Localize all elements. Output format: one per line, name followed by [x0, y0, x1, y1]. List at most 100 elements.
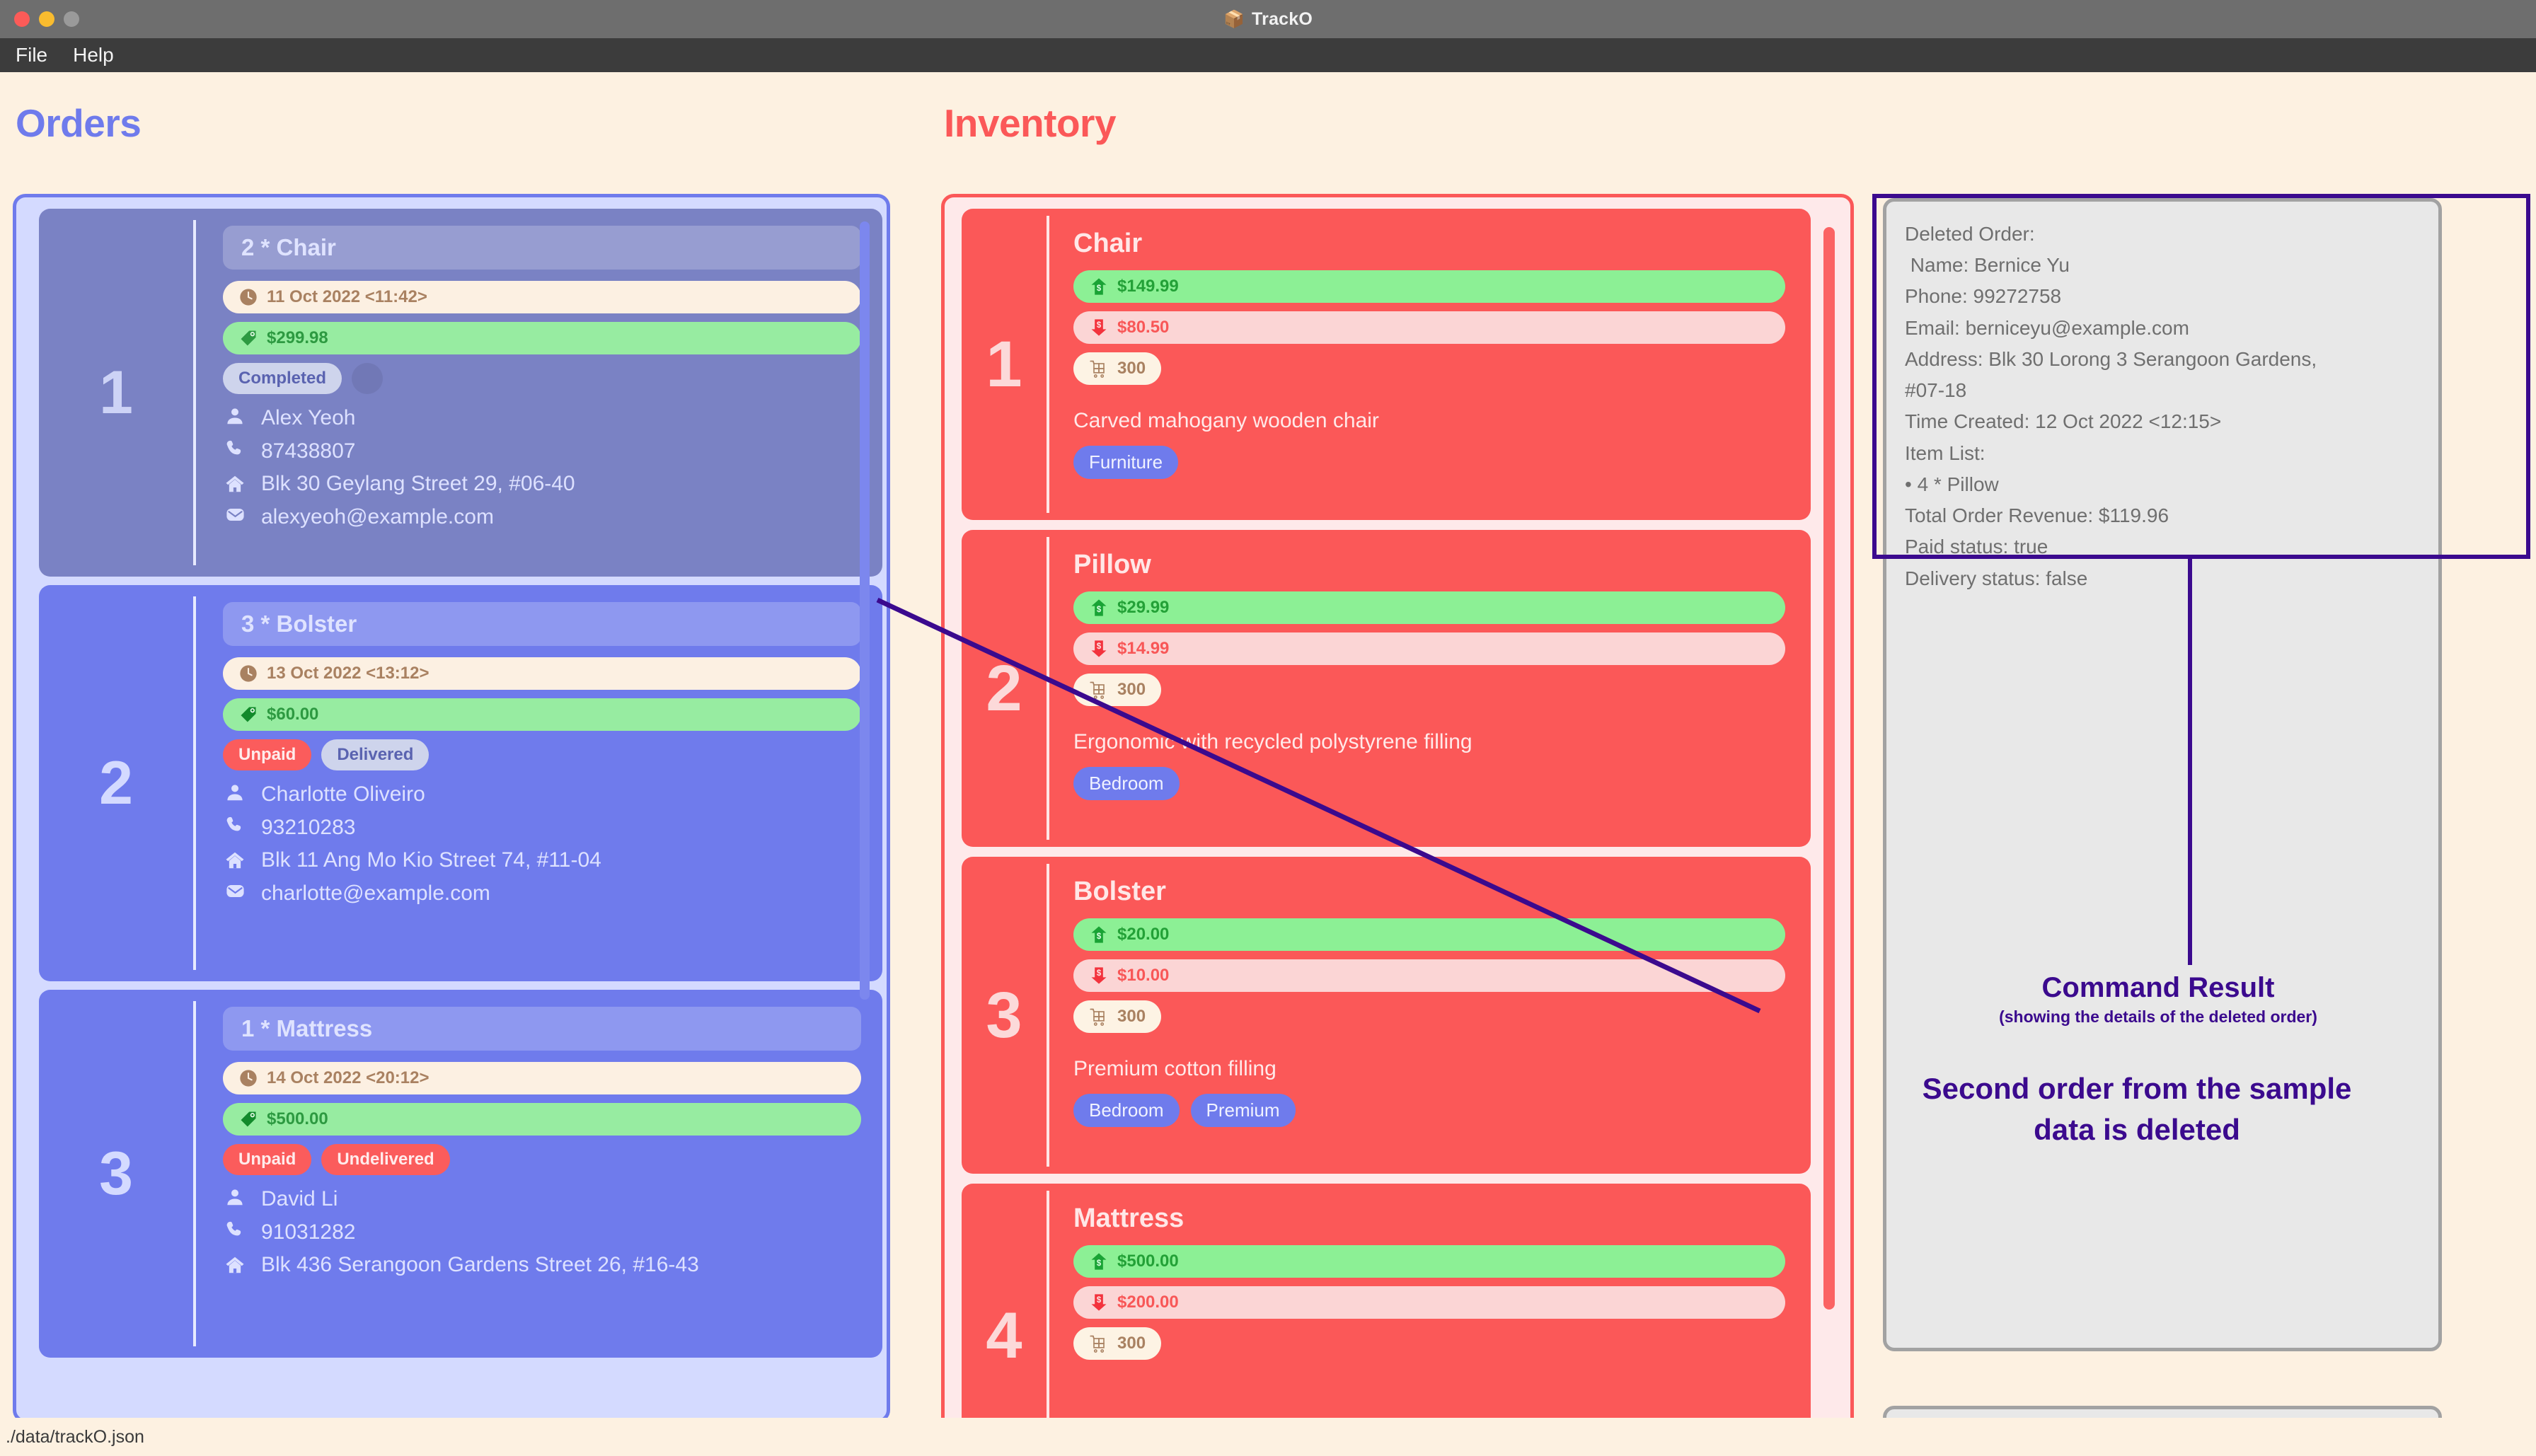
minimize-window-button[interactable] — [39, 11, 54, 27]
person-icon — [223, 782, 247, 803]
order-status-badges: Completed — [223, 363, 861, 394]
order-phone-row: 87438807 — [223, 439, 861, 465]
tag-chip[interactable]: Bedroom — [1073, 1094, 1180, 1127]
svg-text:$: $ — [1097, 605, 1102, 614]
status-badge[interactable]: Undelivered — [321, 1144, 450, 1175]
result-line: Phone: 99272758 — [1905, 285, 2062, 308]
order-address-row: Blk 30 Geylang Street 29, #06-40 — [223, 471, 861, 497]
annotation-command-result-title: Command Result — [2041, 972, 2275, 1003]
stock-cart-icon — [1090, 360, 1105, 378]
order-time-pill: 11 Oct 2022 <11:42> — [223, 281, 861, 313]
order-card[interactable]: 1 2 * Chair 11 Oct 2022 <11:42> $299.98 — [39, 209, 882, 577]
quantity-pill: 300 — [1073, 352, 1162, 385]
order-status-badges: Unpaid Delivered — [223, 739, 861, 770]
inventory-list-panel[interactable]: 1 Chair $ $149.99 $ $80.50 300 Carved ma… — [941, 194, 1854, 1456]
inventory-tags: Bedroom Premium — [1073, 1094, 1785, 1127]
inventory-card[interactable]: 3 Bolster $ $20.00 $ $10.00 300 Premium … — [962, 857, 1811, 1174]
inventory-card[interactable]: 2 Pillow $ $29.99 $ $14.99 300 Ergonomic… — [962, 530, 1811, 847]
tag-chip[interactable]: Premium — [1190, 1094, 1296, 1127]
inventory-tags: Furniture — [1073, 446, 1785, 479]
order-card[interactable]: 3 1 * Mattress 14 Oct 2022 <20:12> $500.… — [39, 990, 882, 1358]
svg-text:$: $ — [1097, 969, 1102, 978]
order-item-summary: 3 * Bolster — [223, 602, 861, 646]
tag-chip[interactable]: Bedroom — [1073, 767, 1180, 800]
order-price-text: $299.98 — [267, 328, 328, 347]
order-phone-number: 91031282 — [261, 1220, 356, 1244]
order-time-text: 13 Oct 2022 <13:12> — [267, 664, 430, 683]
stock-cart-icon — [1090, 1335, 1105, 1353]
cost-price-text: $200.00 — [1117, 1293, 1179, 1312]
window-title-text: TrackO — [1252, 8, 1313, 29]
cost-price-text: $10.00 — [1117, 966, 1170, 985]
order-address-text: Blk 436 Serangoon Gardens Street 26, #16… — [261, 1253, 699, 1277]
status-badge[interactable]: Completed — [223, 363, 342, 394]
quantity-text: 300 — [1117, 1007, 1146, 1026]
orders-scrollbar[interactable] — [860, 221, 870, 1000]
inventory-description: Premium cotton filling — [1073, 1057, 1276, 1080]
order-address-text: Blk 30 Geylang Street 29, #06-40 — [261, 472, 575, 496]
result-line: Paid status: true — [1905, 536, 2048, 558]
window-title: 📦 TrackO — [0, 9, 2536, 30]
chart-decreasing-dollar-icon: $ — [1091, 319, 1107, 336]
order-card[interactable]: 2 3 * Bolster 13 Oct 2022 <13:12> $60.00 — [39, 585, 882, 981]
inventory-index: 3 — [962, 864, 1049, 1167]
status-badge[interactable]: Delivered — [321, 739, 430, 770]
stock-cart-icon — [1090, 1008, 1105, 1026]
result-line: • 4 * Pillow — [1905, 473, 1999, 495]
menu-item-help[interactable]: Help — [73, 44, 114, 67]
order-price-text: $60.00 — [267, 705, 319, 724]
order-customer-row: Alex Yeoh — [223, 405, 861, 432]
order-address-row: Blk 11 Ang Mo Kio Street 74, #11-04 — [223, 848, 861, 874]
orders-list-panel[interactable]: 1 2 * Chair 11 Oct 2022 <11:42> $299.98 — [13, 194, 890, 1423]
phone-icon — [223, 1220, 247, 1240]
quantity-pill: 300 — [1073, 1000, 1162, 1033]
chart-increasing-dollar-icon: $ — [1091, 926, 1107, 943]
result-line: Delivery status: false — [1905, 567, 2088, 589]
home-icon — [223, 473, 247, 495]
sell-price-pill: $ $20.00 — [1073, 918, 1785, 951]
chart-decreasing-dollar-icon: $ — [1091, 640, 1107, 657]
result-line: Time Created: 12 Oct 2022 <12:15> — [1905, 410, 2222, 433]
sell-price-pill: $ $500.00 — [1073, 1245, 1785, 1278]
order-customer-row: David Li — [223, 1186, 861, 1213]
price-tag-icon — [241, 707, 256, 722]
inventory-description: Ergonomic with recycled polystyrene fill… — [1073, 730, 1472, 753]
order-customer-row: Charlotte Oliveiro — [223, 782, 861, 808]
result-line: #07-18 — [1905, 379, 1967, 402]
close-window-button[interactable] — [14, 11, 30, 27]
inventory-tags: Bedroom — [1073, 767, 1785, 800]
chart-increasing-dollar-icon: $ — [1091, 278, 1107, 295]
status-badge[interactable]: Unpaid — [223, 1144, 312, 1175]
inventory-card[interactable]: 1 Chair $ $149.99 $ $80.50 300 Carved ma… — [962, 209, 1811, 520]
status-bar: ./data/trackO.json — [0, 1418, 2536, 1456]
window-controls[interactable] — [14, 0, 79, 38]
main-content: Orders Inventory 1 2 * Chair 11 Oct 2022… — [0, 72, 2536, 1456]
home-icon — [223, 850, 247, 871]
status-badge[interactable]: Unpaid — [223, 739, 312, 770]
person-icon — [223, 405, 247, 427]
order-email-text: alexyeoh@example.com — [261, 504, 494, 528]
inventory-scrollbar[interactable] — [1823, 227, 1835, 1310]
order-price-pill: $60.00 — [223, 698, 861, 731]
annotation-command-result-subtitle: (showing the details of the deleted orde… — [1999, 1007, 2317, 1026]
sell-price-text: $29.99 — [1117, 598, 1170, 617]
order-email-row: charlotte@example.com — [223, 881, 861, 907]
envelope-icon — [223, 504, 247, 525]
status-dot — [352, 363, 384, 394]
order-phone-row: 93210283 — [223, 815, 861, 841]
order-address-row: Blk 436 Serangoon Gardens Street 26, #16… — [223, 1252, 861, 1278]
inventory-description: Carved mahogany wooden chair — [1073, 409, 1379, 432]
result-line: Item List: — [1905, 441, 1985, 464]
order-time-pill: 14 Oct 2022 <20:12> — [223, 1062, 861, 1094]
tag-chip[interactable]: Furniture — [1073, 446, 1179, 479]
clock-icon — [240, 289, 257, 306]
menu-item-file[interactable]: File — [16, 44, 47, 67]
inventory-item-name: Chair — [1073, 229, 1143, 258]
inventory-card[interactable]: 4 Mattress $ $500.00 $ $200.00 300 — [962, 1184, 1811, 1456]
inventory-item-name: Bolster — [1073, 877, 1166, 906]
phone-icon — [223, 815, 247, 835]
svg-text:$: $ — [1097, 642, 1102, 651]
order-email-row: alexyeoh@example.com — [223, 504, 861, 531]
zoom-window-button[interactable] — [64, 11, 79, 27]
order-time-text: 14 Oct 2022 <20:12> — [267, 1068, 430, 1087]
